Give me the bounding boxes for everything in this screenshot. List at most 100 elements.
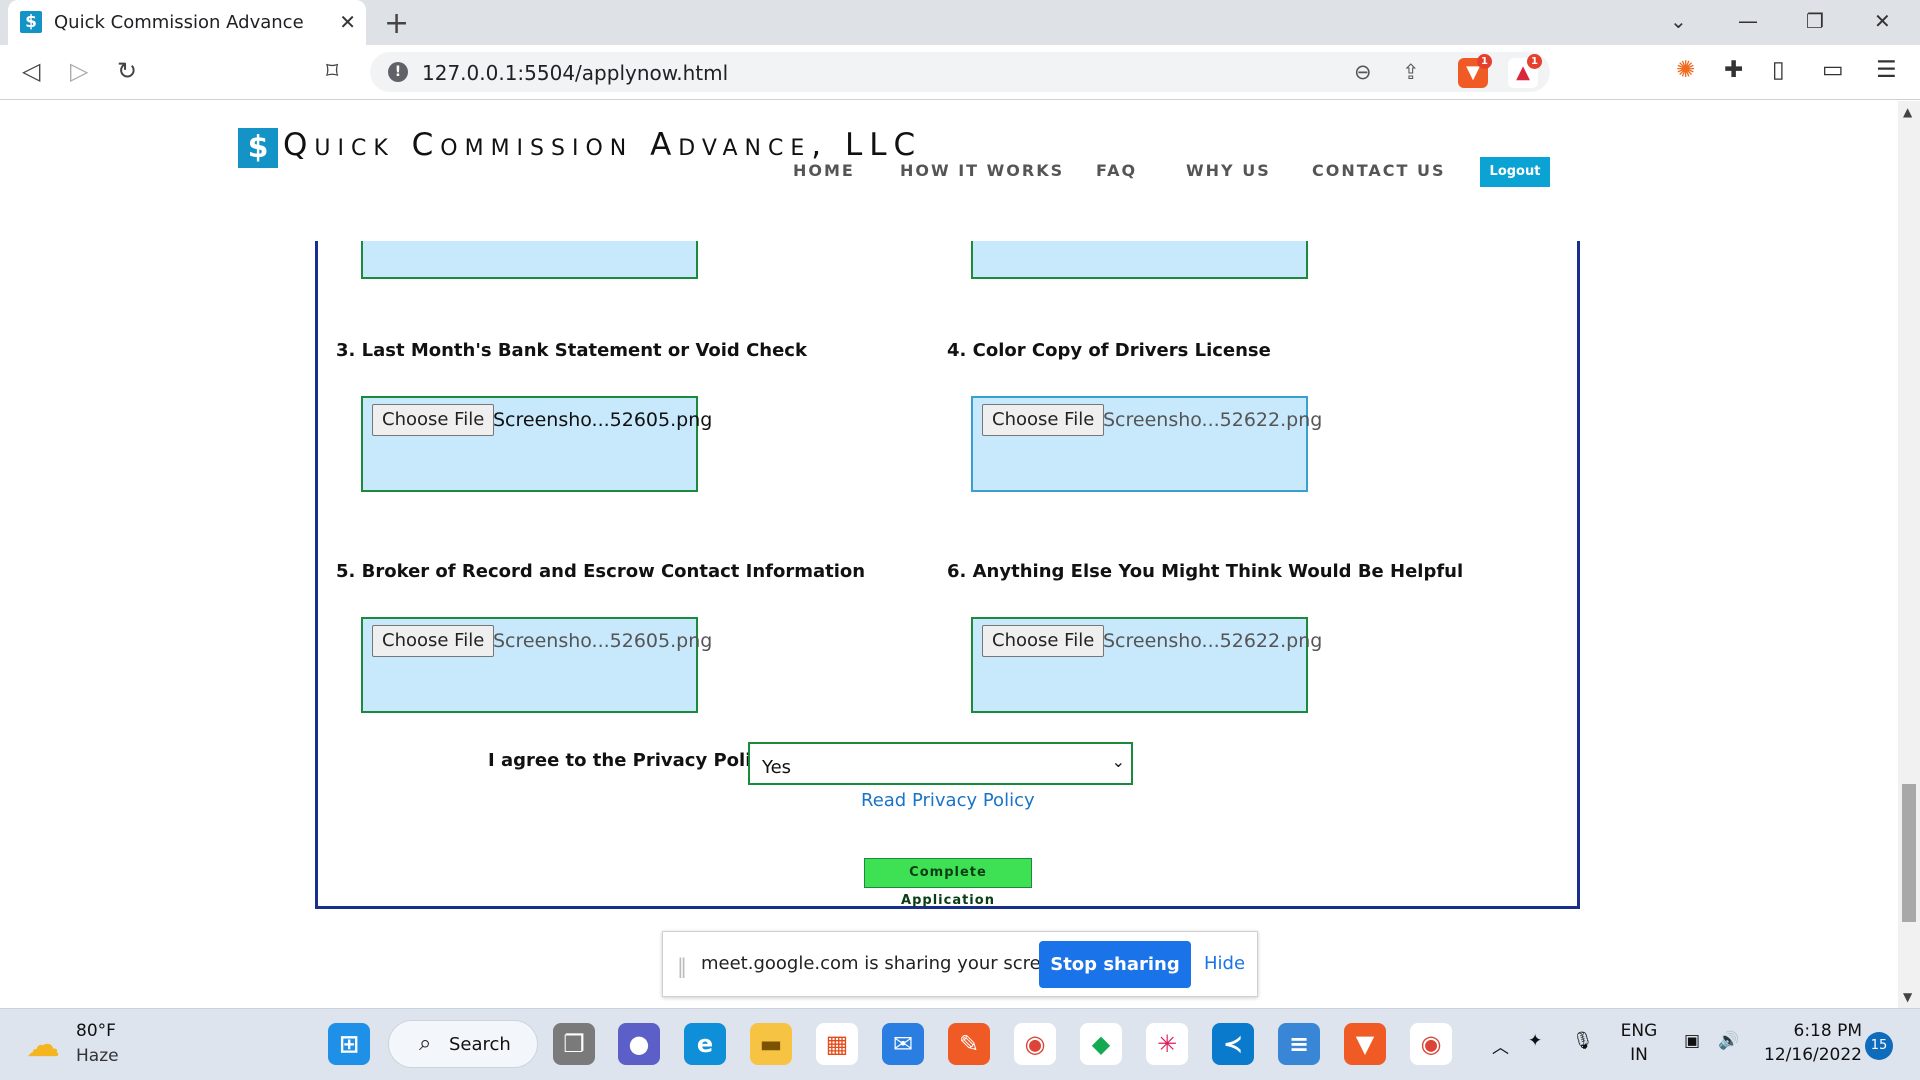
share-icon[interactable]: ⇪ (1402, 60, 1420, 84)
brave-shield-icon[interactable]: ▼ 1 (1458, 54, 1492, 88)
volume-icon[interactable]: 🔊 (1718, 1031, 1739, 1051)
privacy-policy-select[interactable]: Yes ⌄ (748, 742, 1133, 785)
read-privacy-policy-link[interactable]: Read Privacy Policy (861, 790, 1035, 811)
bookmark-icon[interactable]: ⌑ (326, 57, 338, 85)
mongodb-icon[interactable]: ◆ (1080, 1023, 1122, 1065)
nav-home[interactable]: HOME (793, 161, 855, 180)
weather-temperature[interactable]: 80°F (76, 1021, 116, 1041)
logo-dollar-icon[interactable]: $ (238, 128, 278, 168)
choose-file-button-4[interactable]: Choose File (982, 404, 1105, 436)
tab-title: Quick Commission Advance (54, 12, 304, 33)
upload-box-6[interactable]: Choose File Screensho...52622.png (971, 617, 1322, 713)
taskbar-search[interactable]: ⌕ Search (388, 1020, 538, 1068)
rewards-badge: 1 (1527, 54, 1542, 69)
search-icon: ⌕ (419, 1031, 432, 1056)
microsoft-store-icon[interactable]: ▦ (816, 1023, 858, 1065)
upload-box-3[interactable]: Choose File Screensho...52605.png (361, 396, 712, 492)
address-bar[interactable]: ! 127.0.0.1:5504/applynow.html ⊖ ⇪ ▼ 1 ▲ 1 (370, 52, 1550, 92)
privacy-select-value: Yes (762, 757, 792, 778)
browser-tab-bar: $ Quick Commission Advance ✕ + ⌄ — ❐ ✕ (0, 0, 1920, 45)
zoom-icon[interactable]: ⊖ (1354, 60, 1372, 84)
nav-how-it-works[interactable]: HOW IT WORKS (900, 161, 1064, 180)
upload-box-5[interactable]: Choose File Screensho...52605.png (361, 617, 712, 713)
brave-icon[interactable]: ▼ (1344, 1023, 1386, 1065)
screen-sharing-bar: ‖ meet.google.com is sharing your screen… (662, 931, 1258, 997)
url-text[interactable]: 127.0.0.1:5504/applynow.html (422, 61, 728, 85)
wallet-icon[interactable]: ▭ (1822, 57, 1844, 83)
nav-faq[interactable]: FAQ (1096, 161, 1137, 180)
chrome-profile-icon[interactable]: ◉ (1014, 1023, 1056, 1065)
chrome-icon[interactable]: ◉ (1410, 1023, 1452, 1065)
file-name-6: Screensho...52622.png (1103, 630, 1323, 652)
file-name-4: Screensho...52622.png (1103, 409, 1323, 431)
chevron-down-icon: ⌄ (1111, 752, 1125, 771)
choose-file-button-5[interactable]: Choose File (372, 625, 495, 657)
network-icon[interactable]: ▣ (1684, 1031, 1700, 1051)
upload-box-1-partial[interactable] (361, 241, 698, 279)
forward-icon[interactable]: ▷ (70, 57, 88, 85)
slack-icon[interactable]: ✳ (1146, 1023, 1188, 1065)
vscode-icon[interactable]: ≺ (1212, 1023, 1254, 1065)
site-info-icon[interactable]: ! (388, 62, 408, 82)
page-scrollbar[interactable]: ▲ ▼ (1898, 101, 1920, 1008)
file-name-5: Screensho...52605.png (493, 630, 713, 652)
nav-why-us[interactable]: WHY US (1186, 161, 1271, 180)
tray-overflow-icon[interactable]: ︿ (1492, 1033, 1509, 1058)
scroll-down-icon[interactable]: ▼ (1903, 990, 1912, 1004)
new-tab-button[interactable]: + (384, 6, 409, 41)
logout-button[interactable]: Logout (1480, 157, 1550, 187)
question-4-label: 4. Color Copy of Drivers License (947, 340, 1271, 361)
browser-tab-active[interactable]: $ Quick Commission Advance ✕ (8, 0, 366, 45)
file-name-3: Screensho...52605.png (493, 409, 713, 431)
minimize-icon[interactable]: — (1738, 9, 1758, 33)
close-tab-icon[interactable]: ✕ (339, 10, 356, 34)
teams-icon[interactable]: ● (618, 1023, 660, 1065)
stop-sharing-button[interactable]: Stop sharing (1039, 941, 1191, 988)
complete-application-button[interactable]: Complete Application (864, 858, 1032, 908)
file-explorer-icon[interactable]: ▬ (750, 1023, 792, 1065)
privacy-policy-label: I agree to the Privacy Policy: (488, 750, 781, 771)
taskbar-search-label: Search (449, 1034, 511, 1055)
clock-date[interactable]: 12/16/2022 (1762, 1045, 1862, 1065)
leo-ai-icon[interactable]: ✺ (1676, 57, 1695, 83)
choose-file-button-3[interactable]: Choose File (372, 404, 495, 436)
choose-file-button-6[interactable]: Choose File (982, 625, 1105, 657)
edge-icon[interactable]: e (684, 1023, 726, 1065)
language-top[interactable]: ENG (1619, 1021, 1659, 1041)
hide-button[interactable]: Hide (1204, 953, 1245, 974)
extensions-icon[interactable]: ✚ (1724, 57, 1743, 83)
notification-badge[interactable]: 15 (1865, 1032, 1893, 1060)
upload-box-4[interactable]: Choose File Screensho...52622.png (971, 396, 1322, 492)
question-5-label: 5. Broker of Record and Escrow Contact I… (336, 561, 866, 582)
language-bottom[interactable]: IN (1619, 1045, 1659, 1065)
back-icon[interactable]: ◁ (22, 57, 40, 85)
page-viewport: 3. Last Month's Bank Statement or Void C… (0, 101, 1898, 1008)
drag-handle-icon[interactable]: ‖ (677, 954, 687, 978)
mail-icon[interactable]: ✉ (882, 1023, 924, 1065)
question-6-label: 6. Anything Else You Might Think Would B… (947, 561, 1464, 582)
upload-box-2-partial[interactable] (971, 241, 1308, 279)
clock-time[interactable]: 6:18 PM (1762, 1021, 1863, 1041)
restore-icon[interactable]: ❐ (1806, 9, 1824, 33)
weather-description[interactable]: Haze (76, 1046, 119, 1066)
menu-icon[interactable]: ☰ (1876, 57, 1897, 83)
scroll-up-icon[interactable]: ▲ (1903, 105, 1912, 119)
sidebar-icon[interactable]: ▯ (1772, 57, 1785, 83)
postman-icon[interactable]: ✎ (948, 1023, 990, 1065)
scrollbar-thumb[interactable] (1902, 784, 1916, 922)
windows-taskbar: ☁ 80°F Haze ⊞ ⌕ Search ❐ ● e ▬ ▦ ✉ ✎ ◉ ◆… (0, 1008, 1920, 1080)
start-icon[interactable]: ⊞ (328, 1023, 370, 1065)
brave-rewards-icon[interactable]: ▲ 1 (1508, 54, 1542, 88)
tab-search-chevron-icon[interactable]: ⌄ (1670, 9, 1687, 33)
reload-icon[interactable]: ↻ (117, 57, 137, 85)
microphone-icon[interactable]: 🎙 (1572, 1031, 1594, 1051)
site-logo-text[interactable]: Quick Commission Advance, LLC (283, 127, 922, 163)
nav-contact-us[interactable]: CONTACT US (1312, 161, 1446, 180)
question-3-label: 3. Last Month's Bank Statement or Void C… (336, 340, 807, 361)
notepad-icon[interactable]: ≡ (1278, 1023, 1320, 1065)
tray-copilot-icon[interactable]: ✦ (1528, 1031, 1542, 1051)
close-window-icon[interactable]: ✕ (1874, 9, 1891, 33)
sharing-message: meet.google.com is sharing your screen. (701, 953, 1069, 974)
task-view-icon[interactable]: ❐ (553, 1023, 595, 1065)
weather-icon[interactable]: ☁ (26, 1025, 60, 1065)
